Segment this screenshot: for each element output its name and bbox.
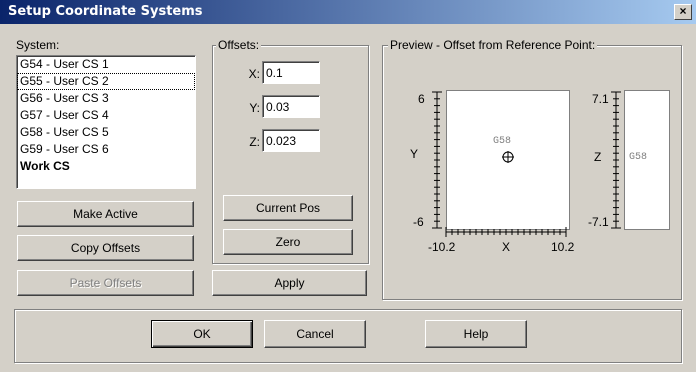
help-button[interactable]: Help [425,320,527,348]
y-label: Y: [249,101,260,115]
preview-label: Preview - Offset from Reference Point: [388,38,598,52]
make-active-button[interactable]: Make Active [17,201,194,227]
y-axis-label: Y [410,147,419,161]
list-item-g55[interactable]: G55 - User CS 2 [17,73,195,90]
system-list[interactable]: G54 - User CS 1 G55 - User CS 2 G56 - Us… [16,55,196,189]
xy-axes [432,91,567,237]
paste-offsets-button[interactable]: Paste Offsets [17,270,194,296]
x-min-label: -10.2 [428,240,456,254]
x-axis-label: X [502,240,511,254]
copy-offsets-button[interactable]: Copy Offsets [17,235,194,261]
y-max-label: 6 [418,92,425,106]
system-label: System: [14,38,62,52]
y-offset-field[interactable] [262,95,320,118]
x-max-label: 10.2 [551,240,575,254]
x-label: X: [248,67,260,81]
cancel-button[interactable]: Cancel [264,320,366,348]
ok-button[interactable]: OK [151,320,253,348]
list-item-g58[interactable]: G58 - User CS 5 [17,124,195,141]
list-item-g59[interactable]: G59 - User CS 6 [17,141,195,158]
offsets-label: Offsets: [216,38,262,52]
z-max-label: 7.1 [592,92,609,106]
z-min-label: -7.1 [588,215,609,229]
list-item-g57[interactable]: G57 - User CS 4 [17,107,195,124]
zero-button[interactable]: Zero [223,229,353,255]
apply-button[interactable]: Apply [212,270,367,296]
dialog-title: Setup Coordinate Systems [8,4,203,19]
z-label: Z: [249,135,260,149]
current-pos-button[interactable]: Current Pos [223,195,353,221]
list-item-g54[interactable]: G54 - User CS 1 [17,56,195,73]
z-cs-marker: G58 [629,152,648,163]
list-item-g56[interactable]: G56 - User CS 3 [17,90,195,107]
z-offset-field[interactable] [262,129,320,152]
x-offset-field[interactable] [262,61,320,84]
y-min-label: -6 [413,215,424,229]
close-button[interactable]: × [674,4,692,20]
list-item-work-cs[interactable]: Work CS [17,158,195,175]
xy-cs-marker: G58 [493,136,512,147]
z-axis-label: Z [594,150,602,164]
